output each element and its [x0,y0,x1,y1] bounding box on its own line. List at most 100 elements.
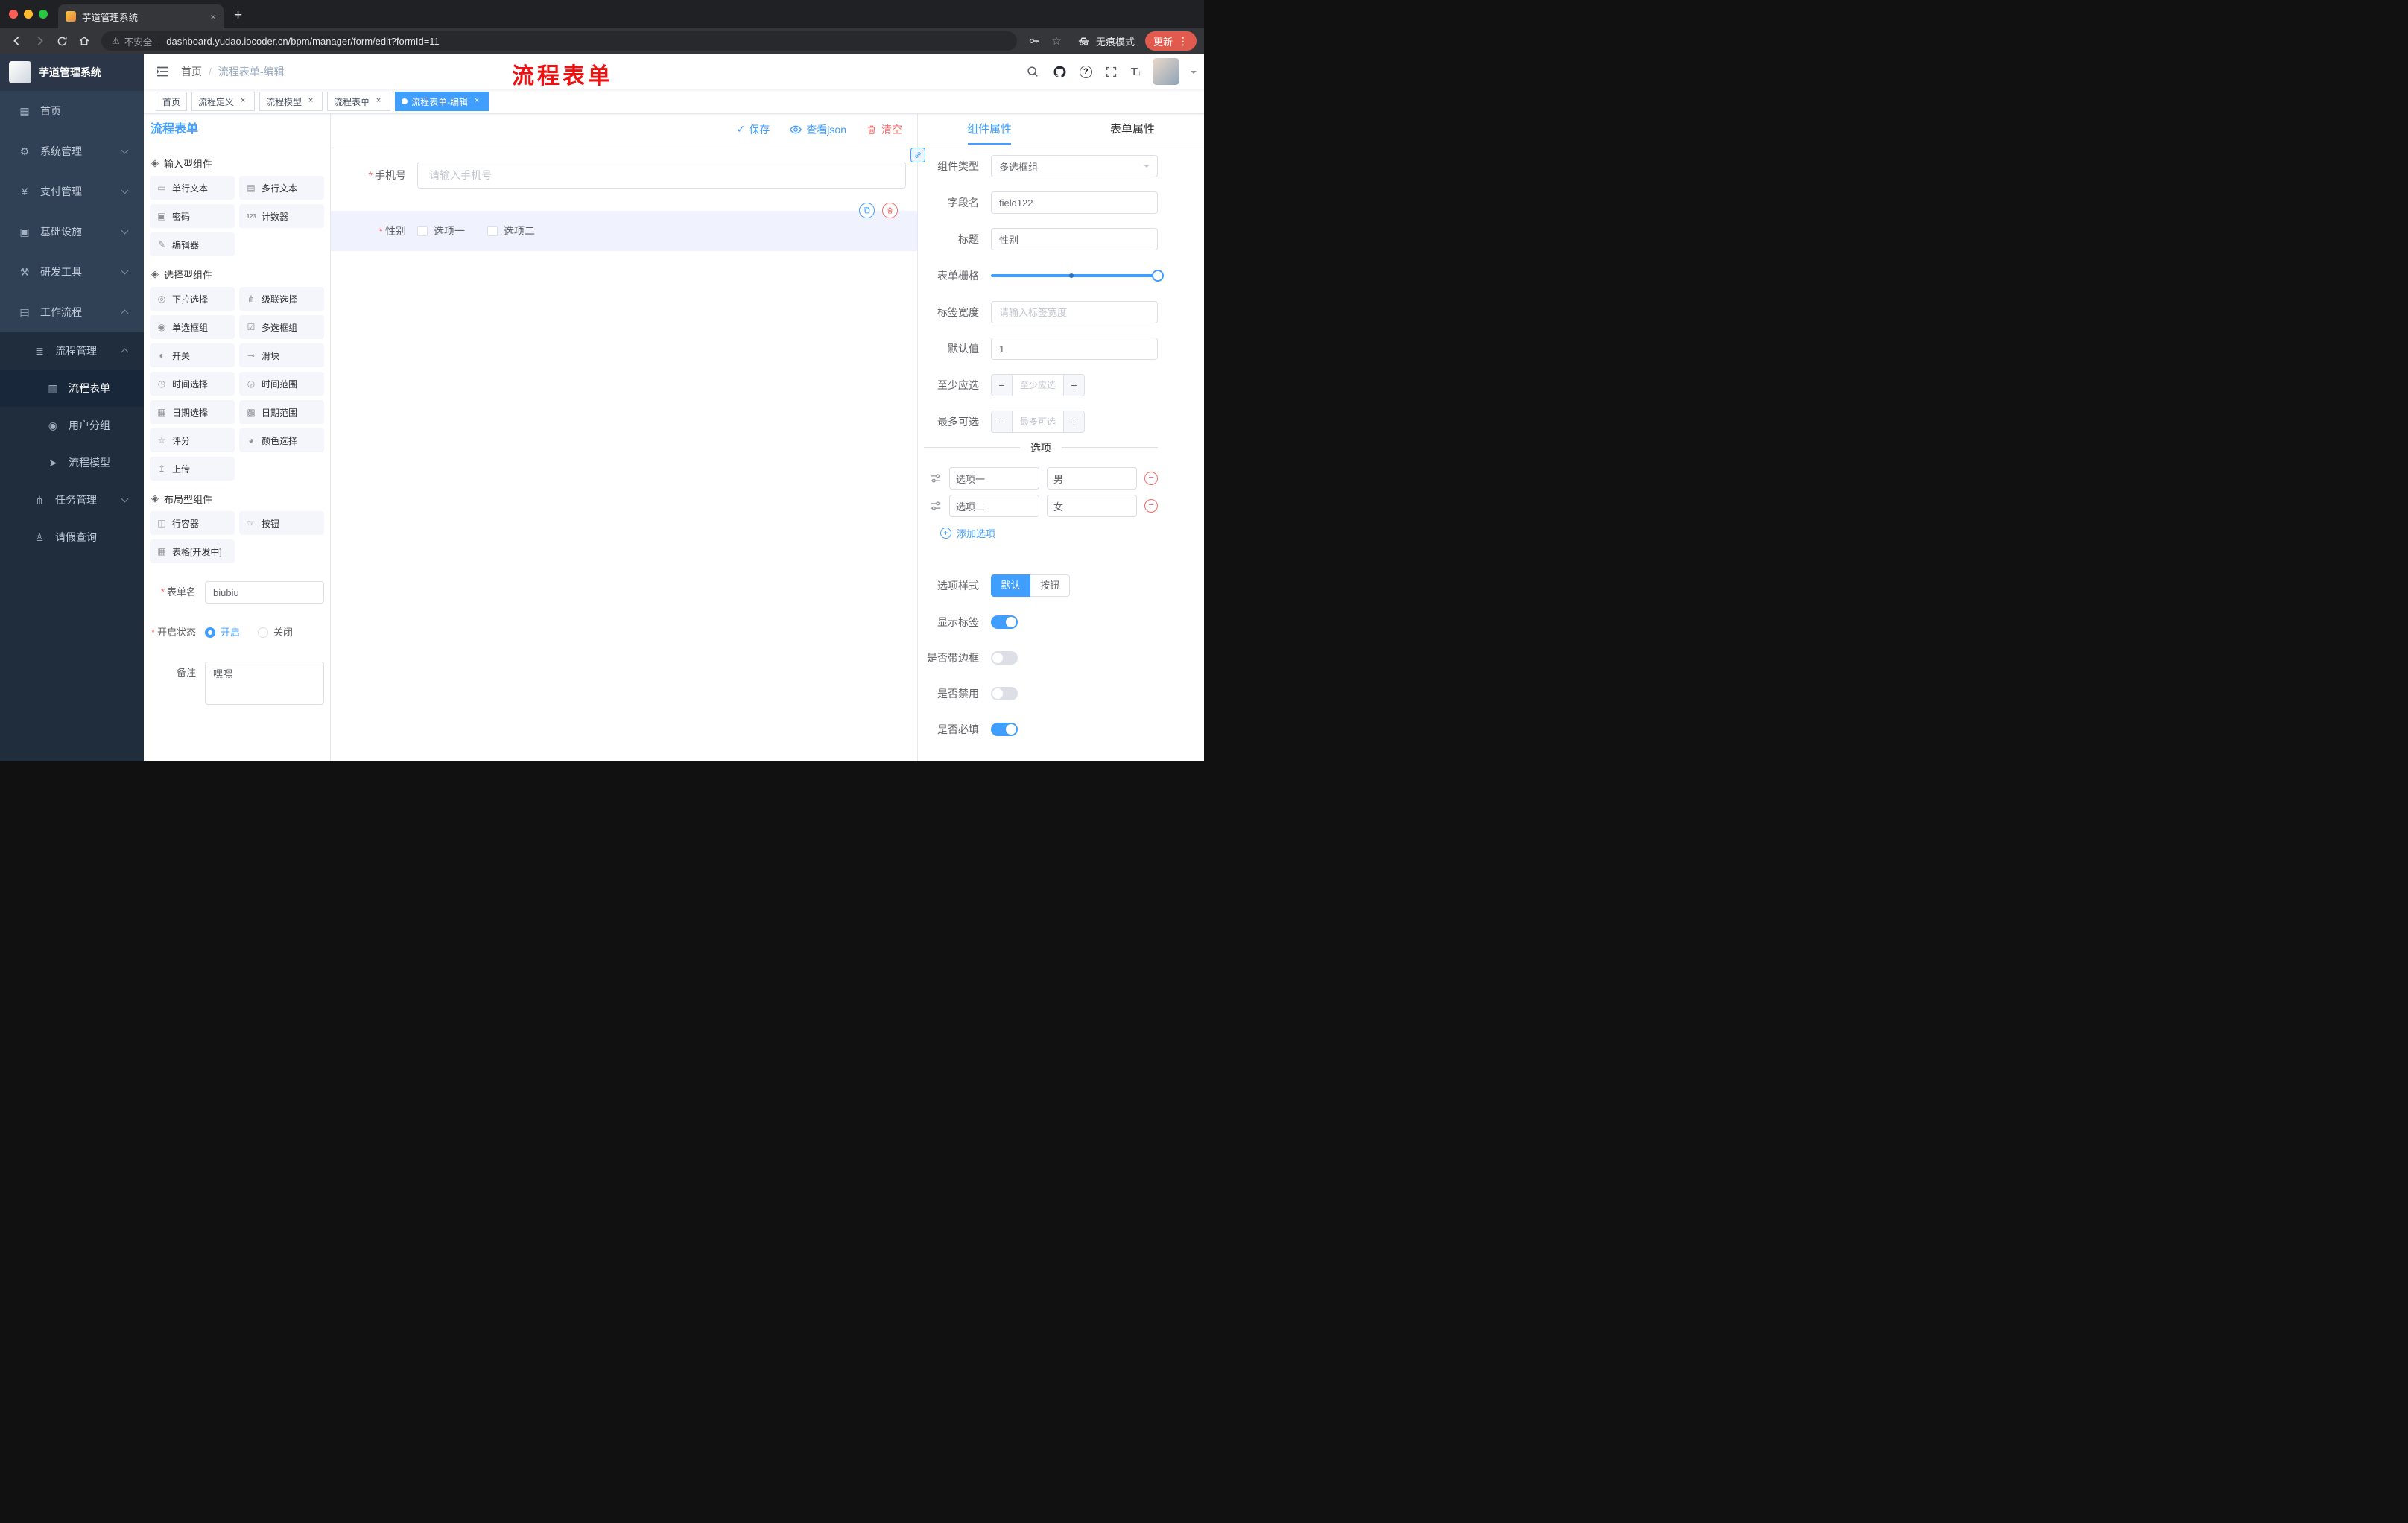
palette-item-time-picker[interactable]: ◷ 时间选择 [150,372,235,396]
title-input[interactable] [991,228,1158,250]
tag-process-model[interactable]: 流程模型 [259,92,323,111]
palette-item-counter[interactable]: 123 计数器 [239,204,324,228]
disabled-toggle[interactable] [991,687,1018,700]
avatar[interactable] [1153,58,1179,85]
sidebar-item-devtools[interactable]: ⚒ 研发工具 [0,252,144,292]
link-icon[interactable] [910,148,925,162]
palette-item-button[interactable]: ☞ 按钮 [239,511,324,535]
palette-item-checkbox-group[interactable]: ☑ 多选框组 [239,315,324,339]
browser-tab[interactable]: 芋道管理系统 [58,4,224,28]
palette-item-single-line-text[interactable]: ▭ 单行文本 [150,176,235,200]
grid-slider[interactable] [991,270,1164,282]
checkbox-icon[interactable] [487,226,498,236]
component-type-select[interactable]: 多选框组 [991,155,1158,177]
label-width-input[interactable] [991,301,1158,323]
palette-item-slider[interactable]: ⊸ 滑块 [239,343,324,367]
option-label-input[interactable] [949,495,1039,517]
palette-item-row-container[interactable]: ◫ 行容器 [150,511,235,535]
checkbox-icon[interactable] [417,226,428,236]
slider-handle[interactable] [1152,270,1164,282]
home-button[interactable] [75,31,94,51]
phone-input[interactable] [417,162,906,189]
tag-process-form[interactable]: 流程表单 [327,92,391,111]
minus-button[interactable] [992,375,1013,396]
tag-process-definition[interactable]: 流程定义 [191,92,256,111]
checkbox-option-two[interactable]: 选项二 [487,224,535,238]
tag-close-icon[interactable] [305,96,316,107]
palette-item-switch[interactable]: ◐ 开关 [150,343,235,367]
sidebar-item-payment[interactable]: ¥ 支付管理 [0,171,144,212]
option-label-input[interactable] [949,467,1039,490]
tab-form-props[interactable]: 表单属性 [1061,114,1204,145]
palette-item-time-range[interactable]: ◶ 时间范围 [239,372,324,396]
palette-item-radio-group[interactable]: ◉ 单选框组 [150,315,235,339]
search-icon[interactable] [1024,63,1041,80]
max-select-input[interactable] [1013,411,1063,432]
checkbox-option-one[interactable]: 选项一 [417,224,465,238]
window-close-button[interactable] [9,10,18,19]
palette-item-date-range[interactable]: ▩ 日期范围 [239,400,324,424]
sidebar-item-leave-query[interactable]: ♙ 请假查询 [0,519,144,556]
drag-handle-icon[interactable] [930,500,942,512]
sidebar-item-process-management[interactable]: ≣ 流程管理 [0,332,144,370]
drag-handle-icon[interactable] [930,472,942,484]
min-select-input[interactable] [1013,375,1063,396]
tag-close-icon[interactable] [373,96,384,107]
copy-icon[interactable] [859,203,875,218]
sidebar-item-system[interactable]: ⚙ 系统管理 [0,131,144,171]
remove-option-icon[interactable] [1144,499,1158,513]
tab-close-icon[interactable] [210,11,216,22]
style-button-button[interactable]: 按钮 [1030,574,1070,597]
sidebar-item-process-form[interactable]: ▥ 流程表单 [0,370,144,407]
field-name-input[interactable] [991,191,1158,214]
palette-item-date-picker[interactable]: ▦ 日期选择 [150,400,235,424]
help-icon[interactable] [1079,65,1092,78]
default-value-input[interactable] [991,338,1158,360]
tag-home[interactable]: 首页 [156,92,188,111]
back-button[interactable] [7,31,27,51]
radio-status-on[interactable]: 开启 [205,621,240,644]
option-value-input[interactable] [1047,495,1137,517]
palette-item-select[interactable]: ◎ 下拉选择 [150,287,235,311]
password-key-icon[interactable] [1024,31,1044,51]
sidebar-item-workflow[interactable]: ▤ 工作流程 [0,292,144,332]
remark-textarea[interactable]: 嘿嘿 [205,662,324,705]
required-toggle[interactable] [991,723,1018,736]
palette-item-table[interactable]: ▦ 表格[开发中] [150,539,235,563]
forward-button[interactable] [30,31,49,51]
show-label-toggle[interactable] [991,615,1018,629]
palette-item-upload[interactable]: ↥ 上传 [150,457,235,481]
github-icon[interactable] [1052,63,1068,80]
canvas-field-gender[interactable]: 性别 选项一 选项二 [331,203,917,251]
palette-item-rate[interactable]: ☆ 评分 [150,428,235,452]
canvas-field-phone[interactable]: 手机号 [331,162,917,189]
sidebar-item-task-management[interactable]: ⋔ 任务管理 [0,481,144,519]
form-canvas[interactable]: 手机号 性别 选项一 [331,145,917,762]
remove-option-icon[interactable] [1144,472,1158,485]
bookmark-star-icon[interactable] [1047,31,1066,51]
reload-button[interactable] [52,31,72,51]
palette-item-cascader[interactable]: ⋔ 级联选择 [239,287,324,311]
radio-status-off[interactable]: 关闭 [258,621,293,644]
option-value-input[interactable] [1047,467,1137,490]
minus-button[interactable] [992,411,1013,432]
delete-icon[interactable] [882,203,898,218]
tag-close-icon[interactable] [238,96,248,107]
window-minimize-button[interactable] [24,10,33,19]
fullscreen-icon[interactable] [1103,63,1120,80]
update-button[interactable]: 更新 [1144,31,1197,51]
plus-button[interactable] [1063,411,1084,432]
add-option-button[interactable]: 添加选项 [940,526,1158,540]
security-label[interactable]: 不安全 [124,34,153,48]
palette-item-password[interactable]: ▣ 密码 [150,204,235,228]
plus-button[interactable] [1063,375,1084,396]
view-json-button[interactable]: 查看json [789,122,846,137]
breadcrumb-home[interactable]: 首页 [181,64,202,79]
style-default-button[interactable]: 默认 [991,574,1030,597]
window-zoom-button[interactable] [39,10,48,19]
browser-menu-icon[interactable] [1178,35,1188,48]
app-logo[interactable]: 芋道管理系统 [0,54,144,91]
sidebar-item-process-model[interactable]: ➤ 流程模型 [0,444,144,481]
sidebar-item-infrastructure[interactable]: ▣ 基础设施 [0,212,144,252]
address-bar[interactable]: 不安全 dashboard.yudao.iocoder.cn/bpm/manag… [101,31,1017,51]
